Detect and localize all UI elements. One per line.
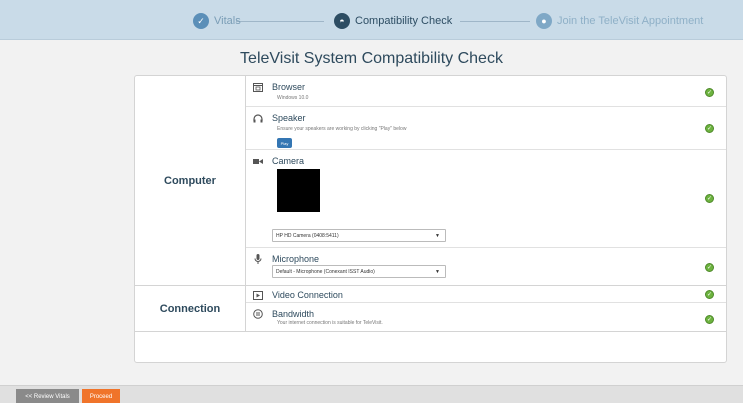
step-join-appointment: ● Join the TeleVisit Appointment bbox=[536, 12, 703, 30]
camera-select[interactable]: HP HD Camera (0408:5411) ▼ bbox=[272, 229, 446, 242]
browser-window-icon bbox=[253, 82, 263, 92]
check-name: Microphone bbox=[272, 254, 320, 264]
check-detail: Your internet connection is suitable for… bbox=[277, 320, 383, 326]
check-name: Video Connection bbox=[272, 290, 343, 300]
chat-bubble-icon: ● bbox=[536, 13, 552, 29]
compatibility-table: Computer Connection Browser Windows 10.0… bbox=[135, 76, 726, 332]
group-label-connection: Connection bbox=[135, 286, 246, 332]
check-ok-icon: ✓ bbox=[705, 315, 714, 324]
check-name: Browser bbox=[272, 82, 306, 92]
select-value: HP HD Camera (0408:5411) bbox=[276, 232, 339, 239]
check-name: Bandwidth bbox=[272, 309, 315, 319]
dropdown-caret-icon: ▼ bbox=[435, 269, 440, 275]
video-camera-icon bbox=[253, 156, 263, 166]
step-vitals[interactable]: ✓ Vitals bbox=[193, 12, 241, 30]
microphone-icon bbox=[253, 254, 263, 264]
check-ok-icon: ✓ bbox=[705, 124, 714, 133]
step-label: Vitals bbox=[214, 15, 241, 27]
check-name: Speaker bbox=[272, 113, 306, 123]
step-compatibility-check: ◓ Compatibility Check bbox=[334, 12, 452, 30]
check-ok-icon: ✓ bbox=[705, 194, 714, 203]
proceed-button[interactable]: Proceed bbox=[82, 389, 120, 403]
footer-bar: << Review Vitals Proceed bbox=[0, 385, 743, 403]
group-label-computer: Computer bbox=[135, 76, 246, 285]
compatibility-card: Computer Connection Browser Windows 10.0… bbox=[134, 75, 727, 363]
review-vitals-button[interactable]: << Review Vitals bbox=[16, 389, 79, 403]
check-detail: Windows 10.0 bbox=[277, 95, 309, 101]
step-connector bbox=[460, 21, 530, 22]
compatibility-icon: ◓ bbox=[334, 13, 350, 29]
check-row-browser: Browser Windows 10.0 ✓ bbox=[246, 76, 726, 107]
step-connector bbox=[236, 21, 324, 22]
step-label: Join the TeleVisit Appointment bbox=[557, 15, 704, 27]
microphone-select[interactable]: Default - Microphone (Conexant ISST Audi… bbox=[272, 265, 446, 278]
check-row-microphone: Microphone Default - Microphone (Conexan… bbox=[246, 248, 726, 285]
bandwidth-icon bbox=[253, 309, 263, 319]
check-row-camera: Camera HP HD Camera (0408:5411) ▼ ✓ bbox=[246, 150, 726, 248]
page-title: TeleVisit System Compatibility Check bbox=[240, 50, 503, 67]
camera-preview bbox=[277, 169, 320, 212]
select-value: Default - Microphone (Conexant ISST Audi… bbox=[276, 268, 375, 275]
check-row-bandwidth: Bandwidth Your internet connection is su… bbox=[246, 303, 726, 332]
check-ok-icon: ✓ bbox=[705, 88, 714, 97]
dropdown-caret-icon: ▼ bbox=[435, 233, 440, 239]
check-name: Camera bbox=[272, 156, 305, 166]
headphones-icon bbox=[253, 113, 263, 123]
step-label: Compatibility Check bbox=[355, 15, 453, 27]
video-connection-icon bbox=[253, 290, 263, 300]
play-button[interactable]: Play bbox=[277, 138, 292, 148]
check-row-speaker: Speaker Ensure your speakers are working… bbox=[246, 107, 726, 150]
check-detail: Ensure your speakers are working by clic… bbox=[277, 126, 407, 132]
check-ok-icon: ✓ bbox=[705, 290, 714, 299]
check-ok-icon: ✓ bbox=[705, 263, 714, 272]
progress-stepper: ✓ Vitals ◓ Compatibility Check ● Join th… bbox=[0, 0, 743, 40]
check-row-video-connection: Video Connection ✓ bbox=[246, 286, 726, 303]
check-circle-icon: ✓ bbox=[193, 13, 209, 29]
